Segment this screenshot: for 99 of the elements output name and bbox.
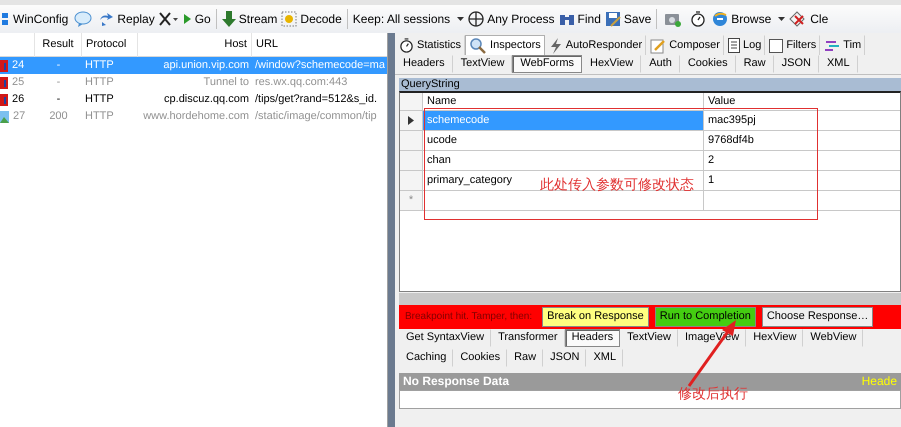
- table-cell[interactable]: mac395pj: [704, 111, 900, 130]
- table-cell-text: cp.discuz.qq.com: [163, 92, 250, 107]
- tab[interactable]: XML: [818, 55, 858, 73]
- table-cell-text: -: [56, 74, 62, 90]
- toolbar-button[interactable]: WinConfig: [0, 7, 70, 31]
- toolbar-button[interactable]: Any Process: [466, 7, 557, 31]
- table-cell[interactable]: ucode: [423, 131, 704, 150]
- table-cell[interactable]: 9768df4b: [704, 131, 900, 150]
- table-cell: 24: [12, 58, 24, 72]
- tab[interactable]: JSON: [774, 55, 819, 73]
- comment-icon[interactable]: [74, 11, 92, 27]
- script-icon: [0, 76, 8, 88]
- response-title: No Response Data: [403, 374, 510, 389]
- table-cell-text: HTTP: [84, 74, 115, 90]
- script-icon: [0, 94, 8, 106]
- table-cell[interactable]: 1: [704, 171, 900, 190]
- action-button[interactable]: Run to Completion: [654, 307, 756, 327]
- caret-icon: [457, 17, 464, 21]
- table-cell-text: HTTP: [84, 108, 115, 124]
- lightning-icon: [548, 38, 563, 54]
- tab[interactable]: XML: [586, 349, 624, 367]
- table-cell-text: www.hordehome.com: [142, 108, 250, 124]
- globe-icon: [712, 11, 728, 27]
- replay-icon: [98, 12, 114, 26]
- stopwatch-icon: [399, 38, 414, 53]
- tab[interactable]: WebForms: [512, 55, 582, 73]
- section-title: QueryString: [399, 78, 901, 91]
- windows-icon: [2, 11, 10, 27]
- dropdown-button[interactable]: Browse: [710, 7, 788, 31]
- tab[interactable]: Tim: [820, 35, 866, 55]
- table-cell-text: /tips/get?rand=512&s_id.: [254, 92, 378, 107]
- table-cell-text: /static/image/common/tip: [254, 108, 378, 124]
- table-cell-text: /window?schemecode=ma: [254, 58, 386, 73]
- annotation-text: 修改后执行: [678, 385, 748, 402]
- action-button[interactable]: Break on Response: [542, 307, 649, 327]
- tab[interactable]: Raw: [736, 55, 774, 73]
- tab[interactable]: Composer: [646, 35, 724, 55]
- binoculars-icon: [558, 12, 575, 26]
- toolbar-button[interactable]: Find: [556, 7, 603, 31]
- table-cell-text: 200: [48, 108, 69, 124]
- tab[interactable]: TextView: [620, 329, 678, 347]
- tab[interactable]: JSON: [543, 349, 586, 367]
- tab[interactable]: HexView: [582, 55, 642, 73]
- save-icon: [604, 11, 621, 27]
- magnifier-icon: [469, 38, 488, 54]
- tab[interactable]: Headers: [564, 329, 620, 347]
- tab[interactable]: Caching: [399, 349, 454, 367]
- toolbar-button[interactable]: Replay: [96, 7, 157, 31]
- crosshair-icon: [468, 11, 484, 27]
- toolbar-button[interactable]: Go: [180, 7, 213, 31]
- breakpoint-label: Breakpoint hit. Tamper, then:: [405, 311, 532, 323]
- action-button[interactable]: Choose Response…: [762, 307, 874, 327]
- table-cell-text: res.wx.qq.com:443: [254, 74, 348, 90]
- table-cell-text: HTTP: [84, 92, 115, 107]
- stream-icon: [222, 11, 236, 27]
- toolbar-button[interactable]: Cle: [787, 7, 830, 31]
- tab[interactable]: Headers: [395, 55, 453, 73]
- table-cell-text: -: [56, 92, 62, 107]
- tab[interactable]: Inspectors: [465, 35, 545, 55]
- table-cell-text: -: [56, 58, 62, 73]
- tab[interactable]: Get SyntaxView: [399, 329, 492, 347]
- close-icon: [158, 12, 179, 26]
- dropdown-button[interactable]: Keep: All sessions: [350, 7, 466, 31]
- script-icon: [0, 60, 8, 72]
- pencil-icon: [650, 38, 666, 54]
- table-cell-text: Tunnel to: [202, 74, 250, 90]
- image-icon: [0, 110, 9, 122]
- table-cell: 27: [13, 110, 26, 124]
- table-cell: 26: [12, 92, 24, 106]
- clear-icon: [789, 11, 808, 27]
- caret-icon: [778, 17, 786, 21]
- document-icon: [728, 38, 740, 53]
- tab[interactable]: Raw: [507, 349, 544, 367]
- annotation-text: 此处传入参数可修改状态: [540, 176, 694, 193]
- tab[interactable]: Auth: [641, 55, 680, 73]
- tab[interactable]: WebView: [803, 329, 864, 347]
- table-cell-text: HTTP: [84, 58, 115, 73]
- row-header[interactable]: [400, 111, 423, 130]
- column-header[interactable]: Name: [423, 93, 704, 110]
- toolbar-button[interactable]: Stream: [220, 7, 280, 31]
- checkbox-icon: [769, 38, 784, 52]
- table-cell[interactable]: 2: [704, 151, 900, 170]
- toolbar-button[interactable]: Decode: [279, 7, 344, 31]
- decode-icon: [281, 11, 298, 27]
- hint-text: Heade: [862, 374, 897, 389]
- tab[interactable]: HexView: [746, 329, 804, 347]
- tab[interactable]: Cookies: [453, 349, 508, 367]
- tab[interactable]: Cookies: [680, 55, 736, 73]
- tab[interactable]: Log: [724, 35, 766, 55]
- column-header[interactable]: Value: [704, 93, 900, 110]
- tab[interactable]: Filters: [765, 35, 820, 55]
- table-cell[interactable]: chan: [423, 151, 704, 170]
- timer-icon[interactable]: [690, 11, 706, 27]
- toolbar-button[interactable]: Save: [602, 7, 654, 31]
- table-cell-text: api.union.vip.com: [162, 58, 250, 73]
- play-icon: [182, 13, 192, 25]
- camera-icon[interactable]: [664, 11, 682, 27]
- table-cell: 25: [12, 76, 24, 90]
- timeline-icon: [824, 40, 840, 52]
